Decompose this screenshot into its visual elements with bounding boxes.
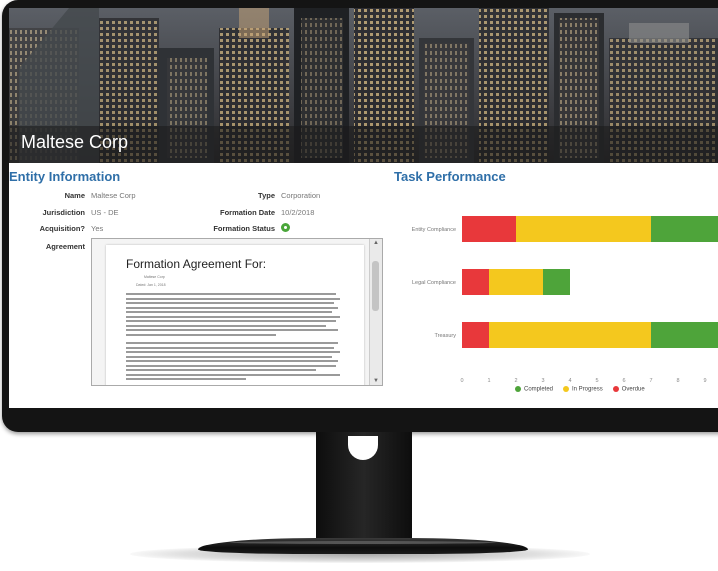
document-text-line	[126, 351, 340, 353]
x-tick-label: 1	[487, 378, 490, 384]
x-tick-label: 6	[622, 378, 625, 384]
x-tick-label: 8	[676, 378, 679, 384]
x-tick-label: 4	[568, 378, 571, 384]
bar-segment-in-progress[interactable]	[489, 322, 651, 348]
bar-segment-overdue[interactable]	[462, 216, 516, 242]
document-text-line	[126, 293, 336, 295]
stand-base-highlight	[230, 541, 496, 544]
legend-item[interactable]: In Progress	[563, 386, 603, 393]
legend-item[interactable]: Overdue	[612, 386, 645, 393]
document-text-line	[126, 320, 336, 322]
type-label: Type	[258, 191, 275, 200]
jurisdiction-value: US - DE	[91, 208, 119, 217]
document-text-line	[126, 373, 340, 376]
agreement-document-viewer[interactable]: Formation Agreement For: Maltese Corp Da…	[91, 238, 383, 386]
x-tick-label: 0	[460, 378, 463, 384]
x-tick-label: 5	[595, 378, 598, 384]
document-page: Formation Agreement For: Maltese Corp Da…	[106, 245, 364, 385]
document-text-line	[126, 306, 338, 309]
bar-segment-in-progress[interactable]	[516, 216, 651, 242]
formation-date-label: Formation Date	[219, 208, 275, 217]
x-tick-label: 2	[514, 378, 517, 384]
document-text-line	[126, 369, 316, 371]
x-tick-label: 3	[541, 378, 544, 384]
document-scrollbar[interactable]: ▲ ▼	[369, 239, 382, 385]
name-label: Name	[64, 191, 85, 200]
bar-segment-overdue[interactable]	[462, 269, 489, 295]
document-date: Dated: Jan 1, 2018	[136, 283, 166, 287]
legend-item[interactable]: Completed	[515, 386, 553, 393]
category-label: Treasury	[435, 333, 457, 339]
document-text-line	[126, 346, 334, 349]
document-title: Formation Agreement For:	[126, 257, 267, 271]
company-name-heading: Maltese Corp	[21, 132, 129, 152]
legend-dot-icon	[515, 386, 521, 392]
document-text-line	[126, 311, 332, 313]
document-text-line	[126, 315, 340, 318]
document-text-line	[126, 302, 334, 304]
bar-segment-overdue[interactable]	[462, 322, 489, 348]
formation-status-label: Formation Status	[213, 224, 275, 233]
legend-label: In Progress	[572, 386, 603, 393]
type-value: Corporation	[281, 191, 321, 200]
acquisition-value: Yes	[91, 224, 104, 233]
legend-label: Overdue	[621, 386, 645, 393]
bar-segment-completed[interactable]	[651, 216, 718, 242]
chart-svg: Entity Compliance Legal Compliance Treasur…	[412, 216, 718, 384]
legend-label: Completed	[524, 386, 554, 393]
document-subtitle: Maltese Corp	[144, 275, 165, 279]
category-label: Legal Compliance	[412, 280, 456, 286]
document-text-line	[126, 364, 336, 367]
monitor-bezel: Maltese Corp Entity Information Name Mal…	[2, 0, 718, 432]
document-text-line	[126, 329, 338, 331]
legend-dot-icon	[612, 386, 619, 392]
category-label: Entity Compliance	[412, 227, 456, 233]
name-value: Maltese Corp	[91, 191, 136, 200]
document-text-line	[126, 342, 338, 344]
document-text-line	[126, 355, 332, 358]
entity-information-title: Entity Information	[9, 169, 121, 184]
bar-segment-completed[interactable]	[651, 322, 718, 348]
scroll-down-arrow-icon[interactable]: ▼	[373, 378, 379, 384]
formation-date-value: 10/2/2018	[281, 208, 315, 217]
bar-segment-completed[interactable]	[543, 269, 570, 295]
scroll-up-arrow-icon[interactable]: ▲	[373, 240, 379, 246]
document-text-line	[126, 333, 276, 336]
task-performance-title: Task Performance	[394, 169, 506, 184]
legend-dot-icon	[563, 386, 570, 392]
document-text-line	[126, 378, 246, 380]
document-text-line	[126, 324, 326, 327]
x-tick-label: 9	[703, 378, 706, 384]
jurisdiction-label: Jurisdiction	[42, 208, 85, 217]
document-text-line	[126, 297, 340, 300]
x-tick-label: 7	[649, 378, 652, 384]
monitor-screen: Maltese Corp Entity Information Name Mal…	[9, 8, 718, 408]
scrollbar-thumb[interactable]	[372, 261, 379, 311]
city-banner-image: Maltese Corp	[9, 8, 718, 163]
agreement-label: Agreement	[45, 242, 85, 251]
document-text-line	[126, 360, 338, 362]
task-performance-chart: Entity Compliance Legal Compliance Treasur…	[389, 198, 718, 398]
bar-segment-in-progress[interactable]	[489, 269, 543, 295]
acquisition-label: Acquisition?	[39, 224, 85, 233]
formation-status-complete-icon	[281, 223, 290, 232]
chart-legend: Completed In Progress Overdue	[515, 386, 655, 393]
